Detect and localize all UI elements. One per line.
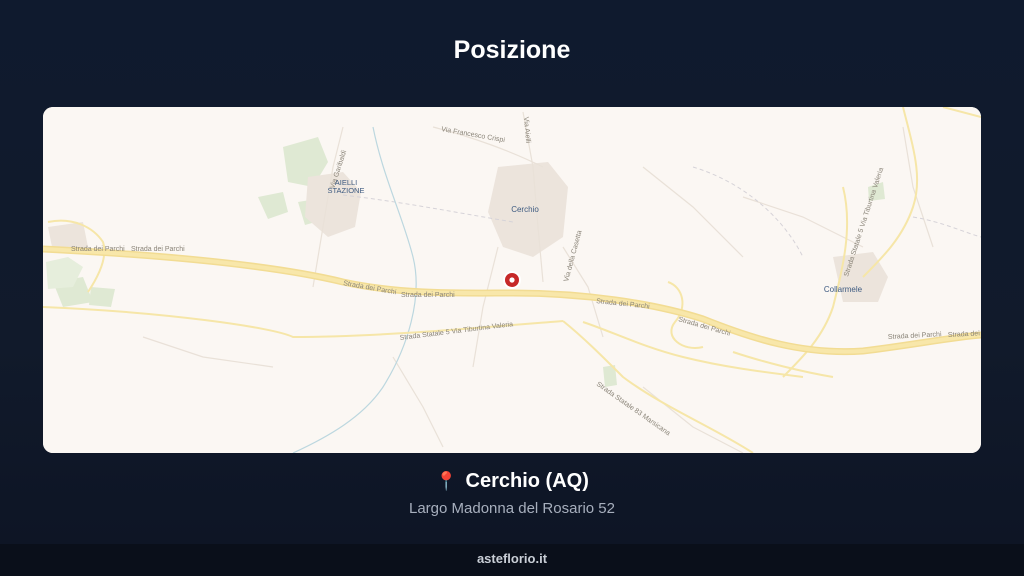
footer-site[interactable]: asteflorio.it: [0, 544, 1024, 576]
pin-icon: 📍: [435, 471, 458, 491]
place-label-cerchio: Cerchio: [511, 205, 539, 214]
place-label-stazione: STAZIONE: [328, 186, 365, 195]
place-label-collarmele: Collarmele: [824, 285, 863, 294]
location-name: 📍 Cerchio (AQ): [0, 470, 1024, 493]
location-name-text: Cerchio (AQ): [465, 470, 589, 492]
location-address: Largo Madonna del Rosario 52: [409, 500, 615, 517]
map-view[interactable]: Strada dei Parchi Strada dei Parchi Stra…: [43, 107, 981, 453]
road-label: Strada dei Parchi: [131, 246, 185, 253]
road-label: Strada dei Parchi: [401, 292, 455, 299]
location-marker-icon[interactable]: [503, 271, 521, 289]
page-title: Posizione: [453, 36, 571, 64]
map-canvas[interactable]: Strada dei Parchi Strada dei Parchi Stra…: [43, 107, 981, 453]
road-label: Strada dei Parchi: [71, 246, 125, 253]
